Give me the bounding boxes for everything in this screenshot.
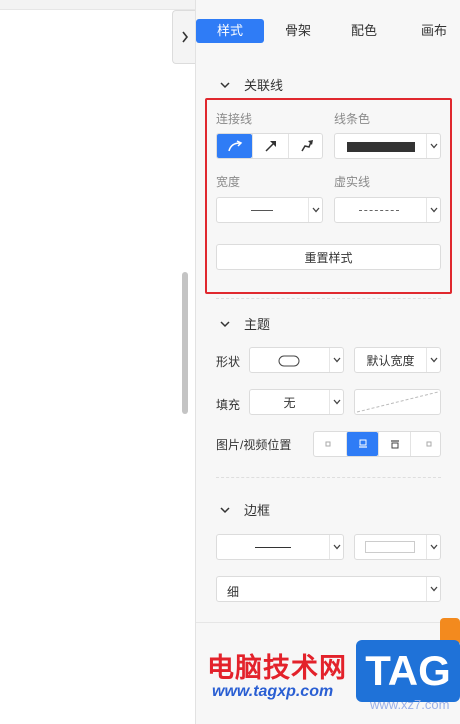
- tab-skeleton[interactable]: 骨架: [272, 19, 324, 43]
- border-color-swatch: [365, 541, 415, 553]
- default-width-value: 默认宽度: [366, 353, 415, 368]
- canvas-scrollbar[interactable]: [182, 272, 188, 414]
- shape-select[interactable]: [249, 347, 344, 373]
- watermark-site-url: www.tagxp.com: [212, 683, 334, 700]
- chevron-down-icon: [220, 81, 230, 88]
- border-thickness-value: 细: [227, 585, 240, 599]
- fill-color-swatch[interactable]: [354, 389, 441, 415]
- reset-style-button[interactable]: 重置样式: [216, 244, 441, 270]
- chevron-down-icon: [430, 143, 437, 149]
- reset-style-label: 重置样式: [304, 250, 353, 265]
- chevron-down-icon: [220, 506, 230, 513]
- chevron-down-icon: [333, 399, 340, 405]
- fill-label: 填充: [216, 398, 241, 412]
- image-top-icon: [390, 440, 399, 449]
- rounded-shape-icon: [278, 355, 300, 367]
- border-color-dropdown[interactable]: [426, 535, 440, 559]
- connector-elbow-option[interactable]: [288, 134, 324, 158]
- fill-select[interactable]: 无: [249, 389, 344, 415]
- tab-style[interactable]: 样式: [196, 19, 264, 43]
- dash-style-preview: [359, 210, 399, 211]
- image-position-label: 图片/视频位置: [216, 438, 292, 452]
- style-panel: 样式 骨架 配色 画布 关联线 连接线 线条色 宽度 虚实线 重置样式 主题 形…: [195, 0, 460, 724]
- connector-straight-option[interactable]: [252, 134, 288, 158]
- watermark-site-name: 电脑技术网: [207, 653, 347, 684]
- dash-style-select[interactable]: [334, 197, 441, 223]
- chevron-down-icon: [430, 586, 437, 592]
- tab-color-scheme[interactable]: 配色: [338, 19, 390, 43]
- default-width-dropdown[interactable]: [426, 348, 440, 372]
- watermark-site-url-secondary: www.xz7.com: [370, 697, 450, 712]
- image-position-segmented: [313, 431, 441, 457]
- shape-label: 形状: [216, 355, 241, 369]
- section-divider: [216, 298, 441, 299]
- image-right-icon: [426, 441, 431, 447]
- chevron-down-icon: [220, 320, 230, 327]
- border-title: 边框: [244, 503, 271, 518]
- fill-value: 无: [283, 395, 296, 410]
- chevron-down-icon: [430, 544, 437, 550]
- section-divider: [216, 477, 441, 478]
- line-color-dropdown[interactable]: [426, 134, 440, 158]
- dash-style-dropdown[interactable]: [426, 198, 440, 222]
- relation-line-section-header[interactable]: 关联线: [220, 75, 283, 94]
- section-divider: [196, 622, 460, 623]
- shape-dropdown[interactable]: [329, 348, 343, 372]
- relation-line-title: 关联线: [244, 78, 284, 93]
- fill-dropdown[interactable]: [329, 390, 343, 414]
- curved-arrow-icon: [227, 140, 242, 152]
- border-style-dropdown[interactable]: [329, 535, 343, 559]
- chevron-down-icon: [333, 544, 340, 550]
- tab-canvas[interactable]: 画布: [408, 19, 460, 43]
- chevron-down-icon: [333, 357, 340, 363]
- image-left-icon: [325, 441, 331, 447]
- image-position-left-option[interactable]: [314, 432, 346, 456]
- collapse-panel-button[interactable]: [172, 10, 196, 64]
- chevron-down-icon: [312, 207, 319, 213]
- chevron-down-icon: [430, 207, 437, 213]
- theme-title: 主题: [244, 317, 271, 332]
- connector-type-segmented: [216, 133, 323, 159]
- connector-curved-option[interactable]: [217, 134, 252, 158]
- elbow-arrow-icon: [300, 140, 313, 152]
- border-thickness-select[interactable]: 细: [216, 576, 441, 602]
- border-style-select[interactable]: [216, 534, 344, 560]
- image-bottom-icon: [358, 439, 367, 448]
- line-width-select[interactable]: [216, 197, 323, 223]
- line-color-label: 线条色: [334, 112, 371, 126]
- chevron-down-icon: [430, 357, 437, 363]
- no-color-slash-icon: [356, 391, 439, 413]
- line-width-preview: [251, 210, 273, 211]
- line-color-swatch: [347, 142, 415, 152]
- canvas-top-bar: [0, 0, 196, 10]
- line-width-dropdown[interactable]: [308, 198, 322, 222]
- straight-arrow-icon: [264, 141, 276, 152]
- theme-section-header[interactable]: 主题: [220, 314, 270, 333]
- width-label: 宽度: [216, 175, 241, 189]
- image-position-top-option[interactable]: [378, 432, 410, 456]
- dash-label: 虚实线: [334, 175, 371, 189]
- image-position-bottom-option[interactable]: [346, 432, 378, 456]
- border-style-preview: [255, 547, 291, 548]
- line-color-select[interactable]: [334, 133, 441, 159]
- border-section-header[interactable]: 边框: [220, 500, 270, 519]
- border-thickness-dropdown[interactable]: [426, 577, 440, 601]
- connector-label: 连接线: [216, 112, 253, 126]
- canvas-area[interactable]: [0, 0, 196, 724]
- image-position-right-option[interactable]: [410, 432, 442, 456]
- default-width-select[interactable]: 默认宽度: [354, 347, 441, 373]
- border-color-select[interactable]: [354, 534, 441, 560]
- watermark-tag-logo: TAG: [356, 640, 460, 702]
- panel-tabs: 样式 骨架 配色 画布: [196, 14, 460, 46]
- chevron-right-icon: [181, 31, 188, 43]
